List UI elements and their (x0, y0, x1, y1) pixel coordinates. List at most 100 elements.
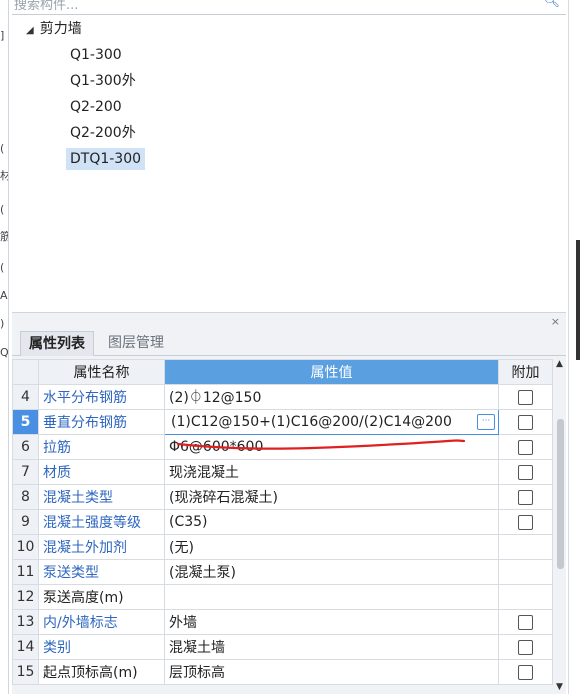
checkbox[interactable] (518, 464, 533, 480)
left-edge-text: Q (0, 347, 8, 359)
header-value: 属性值 (164, 359, 499, 385)
property-value[interactable]: 混凝土墙 (164, 634, 499, 660)
property-value[interactable]: Φ6@600*600 (164, 434, 499, 460)
left-edge-text: ) (0, 318, 5, 330)
table-row[interactable]: 13 内/外墙标志 外墙 (12, 609, 553, 635)
checkbox[interactable] (518, 614, 533, 630)
property-value[interactable]: 层顶标高 (164, 659, 499, 685)
search-input[interactable]: 搜索构件... (14, 0, 78, 13)
table-row[interactable]: 5 垂直分布钢筋 (1)C12@150+(1)C16@200/(2)C14@200 ·… (12, 409, 553, 435)
property-name[interactable]: 混凝土外加剂 (38, 534, 165, 560)
property-value[interactable]: (混凝土泵) (164, 559, 499, 585)
extra-cell (498, 484, 553, 510)
table-header-row: 属性名称 属性值 附加 (12, 359, 553, 385)
extra-cell (498, 584, 553, 610)
tree-item[interactable]: Q2-200 (66, 96, 126, 118)
property-name[interactable]: 泵送类型 (38, 559, 165, 585)
property-panel: × 属性列表 图层管理 属性名称 属性值 附加 4 水平分布钢筋 (2)⏀12@15… (12, 313, 566, 694)
property-value-text: 外墙 (169, 615, 197, 631)
row-number: 12 (12, 584, 39, 610)
header-num (12, 359, 39, 385)
checkbox[interactable] (518, 664, 533, 680)
scroll-down-icon[interactable]: ▼ (556, 682, 563, 692)
checkbox[interactable] (518, 489, 533, 505)
scroll-up-icon[interactable]: ▲ (556, 359, 563, 369)
search-icon[interactable]: 🔍︎ (543, 0, 560, 9)
ellipsis-edit-button[interactable]: ··· (477, 414, 495, 430)
property-name[interactable]: 材质 (38, 459, 165, 485)
extra-cell (498, 534, 553, 560)
checkbox[interactable] (518, 439, 533, 455)
property-name[interactable]: 起点顶标高(m) (38, 659, 165, 685)
component-tree: ◢ 剪力墙 Q1-300 Q1-300外 Q2-200 Q2-200外 DTQ1-… (12, 16, 566, 313)
close-icon[interactable]: × (551, 315, 560, 328)
property-value-text: Φ6@600*600 (169, 439, 264, 455)
vertical-scrollbar[interactable]: ▲ ▼ (554, 359, 566, 694)
header-name: 属性名称 (38, 359, 165, 385)
extra-cell (498, 634, 553, 660)
property-name[interactable]: 混凝土类型 (38, 484, 165, 510)
left-panel-edge: ] ( 材 ( 筋 ( A) ) Q (0, 0, 9, 694)
tree-item[interactable]: Q1-300 (66, 44, 126, 66)
checkbox[interactable] (518, 414, 533, 430)
property-value-editor[interactable]: (1)C12@150+(1)C16@200/(2)C14@200 ··· (164, 409, 499, 435)
table-row[interactable]: 7 材质 现浇混凝土 (12, 459, 553, 485)
row-number: 14 (12, 634, 39, 660)
table-row[interactable]: 8 混凝土类型 (现浇碎石混凝土) (12, 484, 553, 510)
table-row[interactable]: 11 泵送类型 (混凝土泵) (12, 559, 553, 585)
table-row[interactable]: 14 类别 混凝土墙 (12, 634, 553, 660)
scroll-thumb[interactable] (557, 419, 564, 569)
tree-root-label: 剪力墙 (39, 21, 82, 37)
property-value[interactable]: (无) (164, 534, 499, 560)
tree-item[interactable]: Q2-200外 (66, 122, 140, 144)
property-value-text: (现浇碎石混凝土) (169, 490, 278, 506)
row-number: 8 (12, 484, 39, 510)
right-panel-edge (568, 0, 580, 694)
property-value-text: (2)⏀12@150 (169, 390, 262, 406)
tree-item[interactable]: Q1-300外 (66, 70, 140, 92)
table-row[interactable]: 9 混凝土强度等级 (C35) (12, 509, 553, 535)
left-edge-text: ] (0, 30, 5, 42)
property-value[interactable]: (现浇碎石混凝土) (164, 484, 499, 510)
property-name[interactable]: 水平分布钢筋 (38, 384, 165, 410)
property-value[interactable]: (C35) (164, 509, 499, 535)
extra-cell (498, 384, 553, 410)
extra-cell (498, 659, 553, 685)
property-name[interactable]: 类别 (38, 634, 165, 660)
property-name[interactable]: 垂直分布钢筋 (38, 409, 165, 435)
property-name[interactable]: 混凝土强度等级 (38, 509, 165, 535)
table-row[interactable]: 15 起点顶标高(m) 层顶标高 (12, 659, 553, 685)
collapse-triangle-icon[interactable]: ◢ (26, 20, 34, 42)
tab-property-list[interactable]: 属性列表 (20, 331, 94, 356)
tab-layer-management[interactable]: 图层管理 (100, 331, 172, 355)
table-row[interactable]: 12 泵送高度(m) (12, 584, 553, 610)
property-name[interactable]: 内/外墙标志 (38, 609, 165, 635)
property-value-text: (无) (169, 540, 194, 556)
extra-cell (498, 609, 553, 635)
property-value[interactable]: 外墙 (164, 609, 499, 635)
tree-item-selected[interactable]: DTQ1-300 (66, 148, 146, 170)
checkbox[interactable] (518, 639, 533, 655)
property-table: 属性名称 属性值 附加 4 水平分布钢筋 (2)⏀12@150 5 垂直分布钢筋 (1)C… (12, 359, 553, 685)
extra-cell (498, 434, 553, 460)
checkbox[interactable] (518, 389, 533, 405)
checkbox[interactable] (518, 514, 533, 530)
tree-root[interactable]: ◢ 剪力墙 (26, 18, 82, 42)
property-name[interactable]: 拉筋 (38, 434, 165, 460)
property-value[interactable]: (2)⏀12@150 (164, 384, 499, 410)
left-edge-text: ( (0, 262, 5, 274)
property-value-text: (C35) (169, 514, 208, 530)
extra-cell (498, 459, 553, 485)
left-edge-text: 材 (0, 170, 8, 182)
row-number: 4 (12, 384, 39, 410)
table-row[interactable]: 10 混凝土外加剂 (无) (12, 534, 553, 560)
table-row[interactable]: 6 拉筋 Φ6@600*600 (12, 434, 553, 460)
search-bar[interactable]: 搜索构件... 🔍︎ (12, 0, 566, 15)
property-value[interactable]: 现浇混凝土 (164, 459, 499, 485)
property-name[interactable]: 泵送高度(m) (38, 584, 165, 610)
property-value-text: (1)C12@150+(1)C16@200/(2)C14@200 (171, 414, 452, 430)
property-value[interactable] (164, 584, 499, 610)
extra-cell (498, 409, 553, 435)
property-value-text: (混凝土泵) (169, 565, 236, 581)
table-row[interactable]: 4 水平分布钢筋 (2)⏀12@150 (12, 384, 553, 410)
